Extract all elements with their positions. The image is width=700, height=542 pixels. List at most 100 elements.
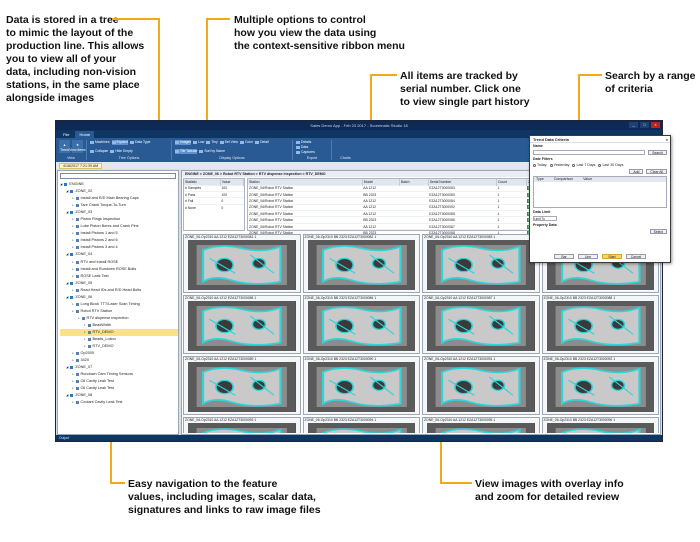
expand-arrow-icon[interactable]: ▹ bbox=[78, 315, 80, 322]
limit-select[interactable]: Limit To bbox=[533, 216, 557, 221]
expand-arrow-icon[interactable]: ▹ bbox=[72, 223, 74, 230]
tree-item[interactable]: ▹ Tare Crank Torque-To-Turn bbox=[60, 202, 178, 209]
expand-arrow-icon[interactable]: ▹ bbox=[72, 244, 74, 251]
date-range-radio[interactable]: Last 7 Days bbox=[572, 163, 595, 167]
inspection-image[interactable] bbox=[427, 301, 535, 351]
inspection-image[interactable] bbox=[307, 240, 415, 290]
inspection-image[interactable] bbox=[427, 362, 535, 412]
inspection-image[interactable] bbox=[546, 301, 654, 351]
expand-arrow-icon[interactable]: ▹ bbox=[72, 273, 74, 280]
data-type-toggle[interactable]: Data Type bbox=[130, 140, 150, 145]
tree-item[interactable]: ▹ RTV_DEMO bbox=[60, 343, 178, 350]
expand-arrow-icon[interactable]: ▹ bbox=[72, 378, 74, 385]
image-tile[interactable]: ZONE_06-Op2310 AA 1212 EZA12T3000081 1 bbox=[183, 234, 301, 293]
tree-zone-item[interactable]: ◢ ZONE_08 bbox=[60, 392, 178, 399]
tree-zone-item[interactable]: ◢ ZONE_02 bbox=[60, 188, 178, 195]
image-tile[interactable]: ZONE_06-Op2310 AA 1212 EZA12T3000095 1 bbox=[422, 417, 540, 433]
collapse-arrow-icon[interactable]: ◢ bbox=[66, 392, 68, 399]
inspection-image[interactable] bbox=[307, 362, 415, 412]
collapse-arrow-icon[interactable]: ◢ bbox=[66, 251, 68, 258]
tree-item[interactable]: ▹ Install Pistons 2 and 6 bbox=[60, 237, 178, 244]
search-button[interactable]: Search bbox=[648, 150, 667, 155]
inspection-image[interactable] bbox=[307, 423, 415, 433]
select-button[interactable]: Select bbox=[649, 229, 667, 234]
tree-item[interactable]: ▹ Long Block TTT/Laser Scan Timing bbox=[60, 301, 178, 308]
image-tile[interactable]: ZONE_06-Op2310 BB 2323 EZA12T3000088 1 bbox=[541, 295, 659, 354]
image-tile[interactable]: ZONE_06-Op2310 AA 1212 EZA12T3000083 1 bbox=[422, 234, 540, 293]
expand-arrow-icon[interactable]: ▹ bbox=[72, 195, 74, 202]
tree-item[interactable]: ▹ Rundown Cam Timing Sensors bbox=[60, 371, 178, 378]
table-row[interactable]: # None 0 bbox=[184, 203, 244, 211]
tree-item[interactable]: ▹ Oil Cavity Leak Test bbox=[60, 385, 178, 392]
image-tile[interactable]: ZONE_06-Op2310 BB 2323 EZA12T3000086 1 bbox=[302, 295, 420, 354]
expand-arrow-icon[interactable]: ▹ bbox=[72, 399, 74, 406]
expand-arrow-icon[interactable]: ▹ bbox=[84, 322, 86, 329]
inspection-image[interactable] bbox=[546, 423, 654, 433]
expand-arrow-icon[interactable]: ▹ bbox=[84, 336, 86, 343]
image-tile[interactable]: ZONE_06-Op2310 BB 2323 EZA12T3000096 1 bbox=[541, 417, 659, 433]
tab-home[interactable]: Home bbox=[75, 131, 95, 138]
tree-item[interactable]: ▹ Lube Piston Bores and Crank Pins bbox=[60, 223, 178, 230]
tree-zone-item[interactable]: ◢ ZONE_05 bbox=[60, 280, 178, 287]
inspection-image[interactable] bbox=[188, 423, 296, 433]
low-toggle[interactable]: Low bbox=[193, 140, 204, 145]
machines-toggle[interactable]: Machines bbox=[90, 140, 110, 145]
inspection-image[interactable] bbox=[188, 301, 296, 351]
line-button[interactable]: Line bbox=[578, 254, 598, 259]
expand-arrow-icon[interactable]: ▹ bbox=[72, 287, 74, 294]
date-range-radio[interactable]: Today bbox=[533, 163, 547, 167]
collapse-arrow-icon[interactable]: ◢ bbox=[66, 209, 68, 216]
tile-tabular-toggle[interactable]: Tile Tabular bbox=[175, 149, 198, 154]
collapse-arrow-icon[interactable]: ◢ bbox=[66, 188, 68, 195]
tree-item[interactable]: ▹ Op2005 bbox=[60, 350, 178, 357]
expand-arrow-icon[interactable]: ▹ bbox=[72, 216, 74, 223]
tree-item[interactable]: ▹ Coolant Cavity Leak Test bbox=[60, 399, 178, 406]
bar-button[interactable]: Bar bbox=[554, 254, 574, 259]
tree-zone-item[interactable]: ◢ ZONE_07 bbox=[60, 364, 178, 371]
expand-arrow-icon[interactable]: ▹ bbox=[72, 230, 74, 237]
add-button[interactable]: Add bbox=[629, 169, 644, 174]
cancel-button[interactable]: Cancel bbox=[626, 254, 646, 259]
detail-toggle[interactable]: Detail bbox=[255, 140, 269, 145]
close-button[interactable]: × bbox=[651, 122, 660, 128]
collapse-arrow-icon[interactable]: ◢ bbox=[66, 364, 68, 371]
images-toggle[interactable]: Images bbox=[175, 140, 192, 145]
tree-item[interactable]: ▹ RTV dispense inspection bbox=[60, 315, 178, 322]
tree-item[interactable]: ▹ RTV_DEMO bbox=[60, 328, 178, 337]
image-tile[interactable]: ZONE_06-Op2310 AA 1212 EZA12T3000091 1 bbox=[422, 356, 540, 415]
expand-arrow-icon[interactable]: ▹ bbox=[72, 266, 74, 273]
view-items-button[interactable]: ★ View Items bbox=[69, 140, 86, 153]
clear-all-button[interactable]: Clear All bbox=[646, 169, 667, 174]
date-range-radio[interactable]: Yesterday bbox=[549, 163, 569, 167]
set-view-button[interactable]: Set View bbox=[219, 140, 238, 145]
inspection-image[interactable] bbox=[307, 301, 415, 351]
tree-item[interactable]: ▹ Install Pistons 3 and 4 bbox=[60, 244, 178, 251]
tree-item[interactable]: ▹ Piston Rings Inspection bbox=[60, 216, 178, 223]
date-range-radio[interactable]: Last 30 Days bbox=[598, 163, 623, 167]
expand-arrow-icon[interactable]: ▹ bbox=[72, 385, 74, 392]
image-tile[interactable]: ZONE_06-Op2310 AA 1212 EZA12T3000087 1 bbox=[422, 295, 540, 354]
inspection-image[interactable] bbox=[188, 362, 296, 412]
tree-item[interactable]: ▹ BeadWidth bbox=[60, 322, 178, 329]
expand-arrow-icon[interactable]: ▹ bbox=[84, 329, 86, 336]
tree-item[interactable]: ▹ Install and Rundown ROSE Bolts bbox=[60, 266, 178, 273]
tiny-toggle[interactable]: Tiny bbox=[206, 140, 218, 145]
name-input[interactable] bbox=[533, 150, 646, 155]
expand-arrow-icon[interactable]: ▹ bbox=[72, 202, 74, 209]
collapse-arrow-icon[interactable]: ◢ bbox=[66, 280, 68, 287]
expand-arrow-icon[interactable]: ▹ bbox=[72, 259, 74, 266]
image-tile[interactable]: ZONE_06-Op2310 AA 1212 EZA12T3000093 1 bbox=[183, 417, 301, 433]
tree-search-input[interactable] bbox=[60, 173, 176, 179]
hide-empty-toggle[interactable]: Hide Empty bbox=[110, 149, 133, 154]
tab-file[interactable]: File bbox=[59, 131, 73, 138]
tree-zone-item[interactable]: ◢ ENGINE bbox=[60, 181, 178, 188]
expand-button[interactable]: Expand bbox=[111, 140, 129, 145]
output-panel[interactable]: Output bbox=[56, 435, 662, 441]
expand-arrow-icon[interactable]: ▹ bbox=[72, 301, 74, 308]
tree-item[interactable]: ▹ Read Head IDs and R/D Head Bolts bbox=[60, 287, 178, 294]
expand-arrow-icon[interactable]: ▹ bbox=[72, 308, 74, 315]
image-tile[interactable]: ZONE_06-Op2310 BB 2323 EZA12T3000092 1 bbox=[541, 356, 659, 415]
tree-zone-item[interactable]: ◢ ZONE_06 bbox=[60, 294, 178, 301]
expand-arrow-icon[interactable]: ▹ bbox=[72, 371, 74, 378]
tree-zone-item[interactable]: ◢ ZONE_04 bbox=[60, 251, 178, 258]
